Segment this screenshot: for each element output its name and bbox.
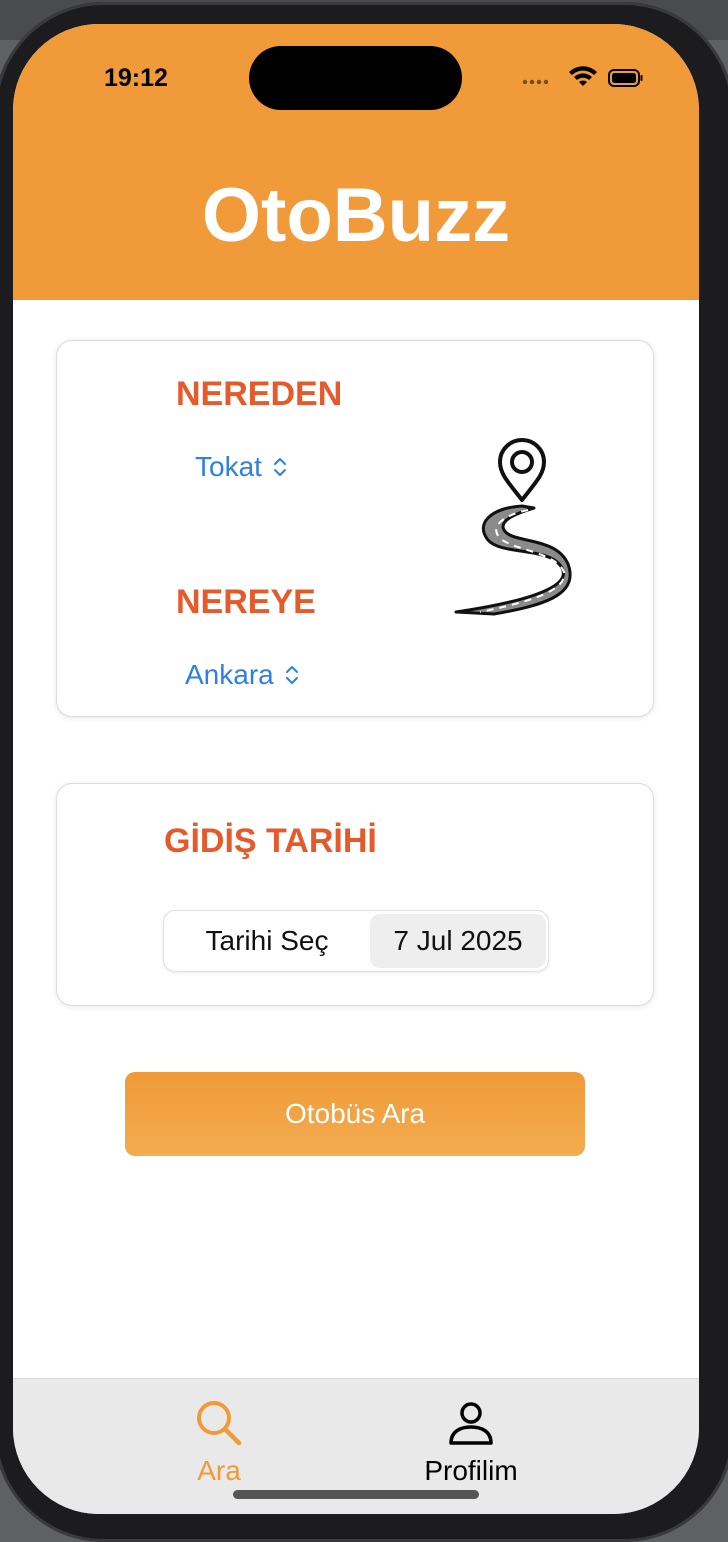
search-icon [197,1401,242,1446]
tab-ara[interactable]: Ara [119,1395,319,1495]
date-card: GİDİŞ TARİHİ Tarihi Seç 7 Jul 2025 [56,783,654,1006]
tab-profilim-label: Profilim [424,1455,518,1486]
app-screen: 19:12 OtoBuzz NEREDEN Tokat NEREYE Ankar… [13,24,699,1514]
wifi-icon [569,66,597,86]
person-icon [449,1402,493,1445]
chevron-up-down-icon [273,458,286,476]
home-indicator [233,1490,479,1499]
app-title: OtoBuzz [201,173,511,258]
app-header: 19:12 OtoBuzz [13,24,699,300]
search-bus-button[interactable]: Otobüs Ara [125,1072,585,1156]
route-card: NEREDEN Tokat NEREYE Ankara [56,340,654,717]
to-picker[interactable]: Ankara [185,659,300,691]
status-icons [522,66,643,87]
tab-profilim[interactable]: Profilim [371,1395,571,1495]
date-picker[interactable]: Tarihi Seç 7 Jul 2025 [163,910,549,972]
road-with-pin-icon [454,438,572,616]
dynamic-island [249,46,462,110]
battery-icon [608,69,643,87]
cellular-signal-icon [522,79,549,85]
tab-ara-label: Ara [197,1455,241,1486]
from-picker[interactable]: Tokat [195,451,288,483]
to-label: NEREYE [176,583,316,621]
from-value: Tokat [195,451,262,482]
phone-frame: 19:12 OtoBuzz NEREDEN Tokat NEREYE Ankar… [0,2,728,1542]
date-picker-label: Tarihi Seç [205,925,329,956]
from-label: NEREDEN [176,375,343,413]
departure-date-label: GİDİŞ TARİHİ [164,822,377,860]
date-picker-value[interactable]: 7 Jul 2025 [370,914,546,968]
status-time: 19:12 [104,64,168,92]
to-value: Ankara [185,659,274,690]
chevron-up-down-icon [285,666,298,684]
